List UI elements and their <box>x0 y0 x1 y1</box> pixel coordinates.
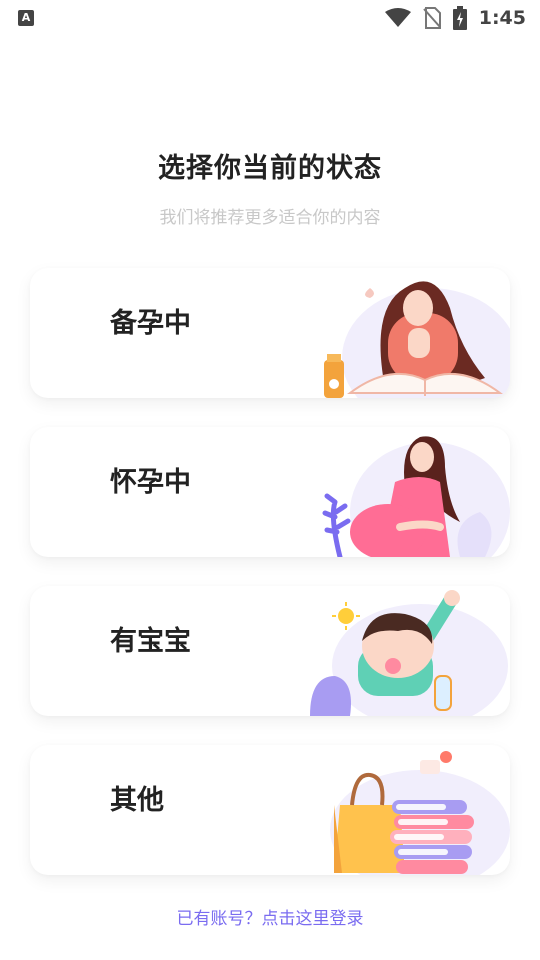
option-label: 有宝宝 <box>110 626 191 657</box>
option-card-pregnant[interactable]: 怀孕中 <box>30 427 510 557</box>
shopping-bag-books-illustration <box>330 751 510 875</box>
option-label: 怀孕中 <box>110 467 191 498</box>
status-bar: A 1:45 <box>0 0 540 36</box>
battery-charging-icon <box>452 6 467 30</box>
login-link[interactable]: 已有账号？点击这里登录 <box>0 904 540 929</box>
option-card-other[interactable]: 其他 <box>30 745 510 875</box>
option-card-preparing[interactable]: 备孕中 <box>30 268 510 398</box>
option-card-has-baby[interactable]: 有宝宝 <box>30 586 510 716</box>
header: 选择你当前的状态 我们将推荐更多适合你的内容 <box>0 146 540 228</box>
pregnant-woman-illustration <box>322 436 510 557</box>
wifi-icon <box>384 8 411 27</box>
woman-reading-illustration <box>324 281 510 398</box>
status-options: 备孕中 怀孕中 有宝宝 其他 <box>30 268 510 904</box>
option-label: 其他 <box>110 785 164 816</box>
page-title: 选择你当前的状态 <box>158 153 382 184</box>
no-sim-icon <box>422 7 441 29</box>
app-notification-icon: A <box>18 10 34 26</box>
status-time: 1:45 <box>478 7 526 29</box>
status-right: 1:45 <box>384 6 526 30</box>
option-label: 备孕中 <box>110 308 191 339</box>
page-subtitle: 我们将推荐更多适合你的内容 <box>159 208 381 228</box>
baby-illustration <box>310 590 508 716</box>
status-left: A <box>18 10 34 26</box>
